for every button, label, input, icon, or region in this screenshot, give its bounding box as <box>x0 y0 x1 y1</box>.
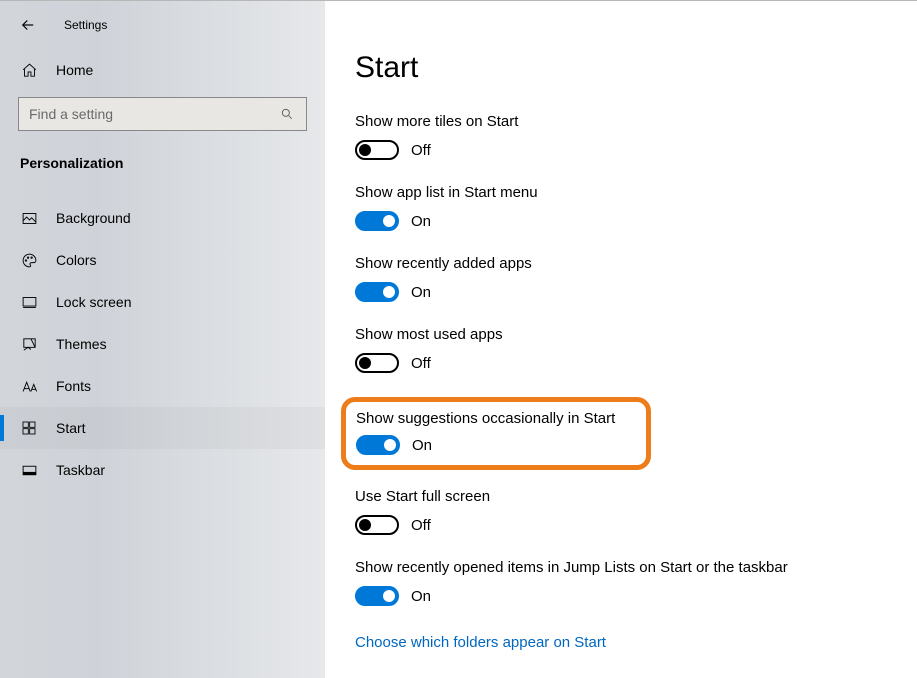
setting-recently-added: Show recently added apps On <box>355 255 917 302</box>
toggle-recently-added[interactable] <box>355 282 399 302</box>
toggle-jump-lists[interactable] <box>355 586 399 606</box>
sidebar-item-label: Background <box>56 210 131 226</box>
setting-label: Use Start full screen <box>355 488 917 505</box>
setting-label: Show recently opened items in Jump Lists… <box>355 559 917 576</box>
sidebar-header: Settings <box>0 7 325 49</box>
setting-jump-lists: Show recently opened items in Jump Lists… <box>355 559 917 606</box>
search-icon <box>278 105 296 123</box>
sidebar-item-label: Lock screen <box>56 294 131 310</box>
sidebar-item-label: Fonts <box>56 378 91 394</box>
highlight-annotation: Show suggestions occasionally in Start O… <box>341 397 651 470</box>
sidebar-item-label: Themes <box>56 336 107 352</box>
fonts-icon <box>20 377 38 395</box>
sidebar-item-home[interactable]: Home <box>0 49 325 91</box>
sidebar-item-label: Start <box>56 420 86 436</box>
setting-more-tiles: Show more tiles on Start Off <box>355 113 917 160</box>
setting-label: Show most used apps <box>355 326 917 343</box>
toggle-state: Off <box>411 355 431 372</box>
home-label: Home <box>56 62 93 78</box>
sidebar-item-background[interactable]: Background <box>0 197 325 239</box>
lock-screen-icon <box>20 293 38 311</box>
toggle-suggestions[interactable] <box>356 435 400 455</box>
taskbar-icon <box>20 461 38 479</box>
back-arrow-icon[interactable] <box>18 15 38 35</box>
sidebar-item-start[interactable]: Start <box>0 407 325 449</box>
toggle-state: On <box>412 437 432 454</box>
sidebar-nav: Background Colors Lock screen Themes Fon… <box>0 197 325 491</box>
settings-sidebar: Settings Home Find a setting Personaliza… <box>0 0 325 678</box>
sidebar-item-label: Taskbar <box>56 462 105 478</box>
search-placeholder: Find a setting <box>29 106 278 122</box>
setting-full-screen: Use Start full screen Off <box>355 488 917 535</box>
toggle-most-used[interactable] <box>355 353 399 373</box>
sidebar-item-themes[interactable]: Themes <box>0 323 325 365</box>
setting-app-list: Show app list in Start menu On <box>355 184 917 231</box>
sidebar-item-label: Colors <box>56 252 96 268</box>
setting-suggestions: Show suggestions occasionally in Start O… <box>356 410 632 455</box>
toggle-app-list[interactable] <box>355 211 399 231</box>
sidebar-item-taskbar[interactable]: Taskbar <box>0 449 325 491</box>
setting-most-used: Show most used apps Off <box>355 326 917 373</box>
toggle-state: Off <box>411 142 431 159</box>
home-icon <box>20 61 38 79</box>
setting-label: Show suggestions occasionally in Start <box>356 410 632 427</box>
sidebar-item-colors[interactable]: Colors <box>0 239 325 281</box>
themes-icon <box>20 335 38 353</box>
section-label: Personalization <box>0 145 325 187</box>
main-panel: Start Show more tiles on Start Off Show … <box>325 0 917 678</box>
picture-icon <box>20 209 38 227</box>
setting-label: Show recently added apps <box>355 255 917 272</box>
setting-label: Show app list in Start menu <box>355 184 917 201</box>
page-title: Start <box>355 51 917 85</box>
toggle-state: Off <box>411 517 431 534</box>
search-wrapper: Find a setting <box>18 97 307 131</box>
start-icon <box>20 419 38 437</box>
search-input[interactable]: Find a setting <box>18 97 307 131</box>
palette-icon <box>20 251 38 269</box>
link-choose-folders[interactable]: Choose which folders appear on Start <box>355 634 606 651</box>
app-title: Settings <box>64 18 107 32</box>
sidebar-item-fonts[interactable]: Fonts <box>0 365 325 407</box>
toggle-state: On <box>411 588 431 605</box>
toggle-full-screen[interactable] <box>355 515 399 535</box>
setting-label: Show more tiles on Start <box>355 113 917 130</box>
sidebar-item-lock-screen[interactable]: Lock screen <box>0 281 325 323</box>
toggle-state: On <box>411 284 431 301</box>
toggle-more-tiles[interactable] <box>355 140 399 160</box>
toggle-state: On <box>411 213 431 230</box>
